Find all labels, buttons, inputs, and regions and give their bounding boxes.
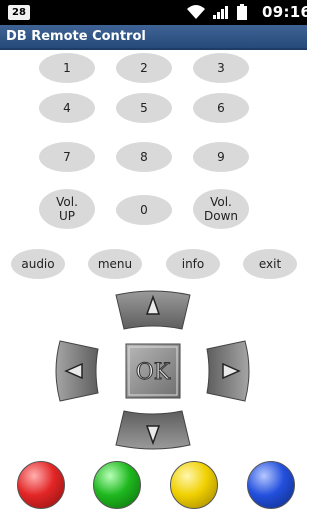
red-button[interactable] bbox=[17, 461, 65, 509]
key-4[interactable]: 4 bbox=[39, 93, 95, 123]
key-6[interactable]: 6 bbox=[193, 93, 249, 123]
vol-down-button[interactable]: Vol. Down bbox=[193, 189, 249, 229]
key-0[interactable]: 0 bbox=[116, 195, 172, 225]
info-button[interactable]: info bbox=[166, 249, 220, 279]
audio-button[interactable]: audio bbox=[11, 249, 65, 279]
menu-button[interactable]: menu bbox=[88, 249, 142, 279]
key-1[interactable]: 1 bbox=[39, 53, 95, 83]
green-button[interactable] bbox=[93, 461, 141, 509]
key-3[interactable]: 3 bbox=[193, 53, 249, 83]
wifi-icon bbox=[187, 5, 205, 19]
app-title: DB Remote Control bbox=[6, 29, 146, 44]
battery-icon bbox=[237, 4, 247, 20]
key-2[interactable]: 2 bbox=[116, 53, 172, 83]
key-5[interactable]: 5 bbox=[116, 93, 172, 123]
app-title-bar: DB Remote Control bbox=[0, 25, 307, 50]
key-7[interactable]: 7 bbox=[39, 142, 95, 172]
blue-button[interactable] bbox=[247, 461, 295, 509]
key-9[interactable]: 9 bbox=[193, 142, 249, 172]
dpad-left-button[interactable] bbox=[54, 339, 102, 403]
dpad-up-button[interactable] bbox=[114, 289, 192, 331]
status-bar: 28 09:16 bbox=[0, 0, 311, 25]
dpad-right-button[interactable] bbox=[203, 339, 251, 403]
clock: 09:16 bbox=[262, 3, 312, 21]
signal-icon bbox=[213, 6, 228, 19]
ok-label: OK bbox=[136, 360, 171, 385]
ok-button[interactable]: OK bbox=[125, 343, 181, 399]
vol-up-button[interactable]: Vol. UP bbox=[39, 189, 95, 229]
notification-badge: 28 bbox=[8, 5, 30, 20]
yellow-button[interactable] bbox=[170, 461, 218, 509]
key-8[interactable]: 8 bbox=[116, 142, 172, 172]
exit-button[interactable]: exit bbox=[243, 249, 297, 279]
dpad-down-button[interactable] bbox=[114, 409, 192, 451]
